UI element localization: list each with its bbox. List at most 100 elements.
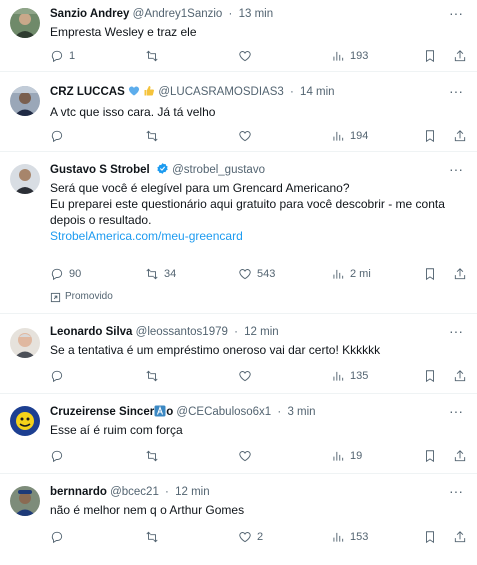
bookmark-button[interactable] <box>423 367 437 385</box>
like-button[interactable] <box>238 47 257 65</box>
reply-icon <box>51 130 63 143</box>
share-button[interactable] <box>453 127 467 145</box>
avatar[interactable] <box>10 486 40 516</box>
author-handle[interactable]: @strobel_gustavo <box>172 164 265 176</box>
retweet-button[interactable]: 34 <box>145 265 176 283</box>
like-button[interactable] <box>238 367 257 385</box>
bookmark-button[interactable] <box>423 127 437 145</box>
tweet-actions: 1 193 <box>50 47 470 65</box>
avatar[interactable] <box>10 164 40 194</box>
more-icon[interactable]: ··· <box>447 324 465 342</box>
bookmark-button[interactable] <box>423 528 437 546</box>
author-handle[interactable]: @leossantos1979 <box>136 326 228 338</box>
timestamp[interactable]: 12 min <box>175 486 210 498</box>
like-button[interactable]: 543 <box>238 265 275 283</box>
view-count: 194 <box>350 130 369 142</box>
tweet-actions: 90 34 543 2 mi <box>50 265 470 283</box>
author-name[interactable]: Leonardo Silva <box>50 326 132 338</box>
promoted-tweet[interactable]: Gustavo S Strobel @strobel_gustavo ··· S… <box>0 152 477 314</box>
reply-button[interactable] <box>50 447 69 465</box>
author-name[interactable]: Gustavo S Strobel <box>50 164 150 176</box>
timestamp[interactable]: 12 min <box>244 326 279 338</box>
timestamp[interactable]: 13 min <box>239 8 274 20</box>
author-handle[interactable]: @bcec21 <box>110 486 159 498</box>
tweet-text: A vtc que isso cara. Já tá velho <box>50 104 457 120</box>
bookmark-icon <box>426 50 434 63</box>
views-button[interactable]: 2 mi <box>331 265 371 283</box>
tweet-link[interactable]: StrobelAmerica.com/meu-greencard <box>50 228 457 244</box>
tweet-header: CRZ LUCCAS @LUCASRAMOSDIAS3 · 14 min <box>50 84 441 100</box>
avatar[interactable] <box>10 8 40 38</box>
more-icon[interactable]: ··· <box>447 162 465 180</box>
author-name-suffix[interactable]: o <box>166 406 173 418</box>
tweet[interactable]: Sanzio Andrey @Andrey1Sanzio · 13 min ··… <box>0 0 477 72</box>
bookmark-button[interactable] <box>423 265 437 283</box>
like-button[interactable] <box>238 447 257 465</box>
retweet-icon <box>146 130 158 142</box>
avatar[interactable] <box>10 406 40 436</box>
tweet-actions: 19 <box>50 447 470 465</box>
like-button[interactable]: 2 <box>238 528 263 546</box>
like-icon <box>239 451 251 462</box>
tweet-actions: 2 153 <box>50 528 470 546</box>
tweet[interactable]: Leonardo Silva @leossantos1979 · 12 min … <box>0 314 477 394</box>
author-name[interactable]: CRZ LUCCAS <box>50 86 125 98</box>
retweet-button[interactable] <box>145 127 164 145</box>
tweet-text-line: Eu preparei este questionário aqui gratu… <box>50 197 445 211</box>
view-count: 135 <box>350 370 369 382</box>
bookmark-button[interactable] <box>423 47 437 65</box>
more-icon[interactable]: ··· <box>447 484 465 502</box>
author-name[interactable]: bernnardo <box>50 486 107 498</box>
author-handle[interactable]: @Andrey1Sanzio <box>133 8 223 20</box>
tweet[interactable]: CRZ LUCCAS @LUCASRAMOSDIAS3 · 14 min ···… <box>0 72 477 152</box>
tweet-header: bernnardo @bcec21 · 12 min <box>50 484 441 500</box>
reply-button[interactable] <box>50 127 69 145</box>
view-count: 19 <box>350 450 363 462</box>
timestamp[interactable]: 14 min <box>300 86 335 98</box>
avatar[interactable] <box>10 328 40 358</box>
like-button[interactable] <box>238 127 257 145</box>
reply-button[interactable]: 90 <box>50 265 81 283</box>
author-handle[interactable]: @LUCASRAMOSDIAS3 <box>158 86 283 98</box>
separator: · <box>290 86 294 98</box>
reply-button[interactable]: 1 <box>50 47 75 65</box>
retweet-icon <box>146 268 158 280</box>
author-name[interactable]: Cruzeirense Sincer <box>50 406 154 418</box>
share-button[interactable] <box>453 528 467 546</box>
author-handle[interactable]: @CECabuloso6x1 <box>176 406 271 418</box>
views-button[interactable]: 135 <box>331 367 368 385</box>
views-button[interactable]: 153 <box>331 528 368 546</box>
author-name[interactable]: Sanzio Andrey <box>50 8 129 20</box>
bookmark-icon <box>426 268 434 281</box>
more-icon[interactable]: ··· <box>447 84 465 102</box>
like-icon <box>239 532 251 543</box>
tweet-text: Empresta Wesley e traz ele <box>50 24 457 40</box>
reply-icon <box>51 531 63 544</box>
reply-button[interactable] <box>50 367 69 385</box>
share-button[interactable] <box>453 447 467 465</box>
tweet[interactable]: bernnardo @bcec21 · 12 min ··· não é mel… <box>0 474 477 565</box>
share-button[interactable] <box>453 265 467 283</box>
reply-button[interactable] <box>50 528 69 546</box>
views-icon <box>333 371 344 381</box>
timestamp[interactable]: 3 min <box>287 406 315 418</box>
more-icon[interactable]: ··· <box>447 404 465 422</box>
retweet-button[interactable] <box>145 367 164 385</box>
share-icon <box>454 130 466 142</box>
promoted-icon <box>50 292 61 302</box>
retweet-button[interactable] <box>145 447 164 465</box>
share-button[interactable] <box>453 47 467 65</box>
views-button[interactable]: 194 <box>331 127 368 145</box>
view-count: 193 <box>350 50 369 62</box>
views-button[interactable]: 193 <box>331 47 368 65</box>
avatar[interactable] <box>10 86 40 116</box>
retweet-button[interactable] <box>145 528 164 546</box>
tweet-text: Esse aí é ruim com força <box>50 422 457 438</box>
bookmark-button[interactable] <box>423 447 437 465</box>
retweet-icon <box>146 531 158 543</box>
more-icon[interactable]: ··· <box>447 6 465 24</box>
tweet[interactable]: Cruzeirense Sincer o @CECabuloso6x1 · 3 m… <box>0 394 477 474</box>
retweet-button[interactable] <box>145 47 164 65</box>
views-button[interactable]: 19 <box>331 447 362 465</box>
share-button[interactable] <box>453 367 467 385</box>
